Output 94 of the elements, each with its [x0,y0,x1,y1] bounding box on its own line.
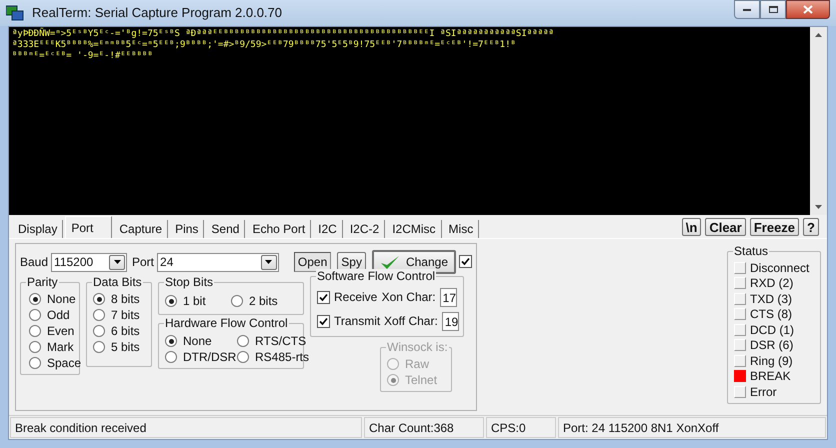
option-label: 2 bits [249,293,278,310]
open-button[interactable]: Open [294,252,332,272]
option-label: 5 bits [111,339,140,356]
close-icon [803,5,813,14]
status-label: DSR (6) [750,337,794,354]
minimize-button[interactable] [734,0,760,19]
status-bar-panel: CPS:0 [486,417,556,438]
flow-label: Receive [334,289,378,306]
flow-label: Transmit [334,313,380,330]
window-title: RealTerm: Serial Capture Program 2.0.0.70 [32,4,284,22]
status-label: Disconnect [750,260,810,277]
tab[interactable]: Port [65,216,112,238]
group-title: Stop Bits [164,275,214,289]
baud-label: Baud [20,254,48,271]
group-title: Winsock is: [386,340,449,354]
toolbar-button[interactable]: Clear [705,218,746,236]
status-label: TXD (3) [750,290,792,308]
checkbox[interactable] [459,255,472,268]
option-label: Telnet [405,372,438,389]
tab[interactable]: I2C-2 [344,220,386,238]
status-label: DCD (1) [750,322,794,339]
dropdown-arrow-icon [265,260,272,264]
char-input[interactable]: 19 [442,312,460,330]
tab[interactable]: Capture [114,220,168,238]
group-title: Hardware Flow Control [164,316,289,330]
port-label: Port [132,254,154,271]
baud-dropdown[interactable]: 115200 [51,252,127,272]
status-label: RXD (2) [750,275,794,292]
status-label: CTS (8) [750,306,792,324]
checkbox[interactable] [317,314,330,328]
radio-button[interactable] [231,295,243,307]
radio-button[interactable] [29,325,41,337]
option-label: Even [47,323,74,340]
terminal-line: ªyÞÐÐÑW=ᵐ>5ᴱˢᴮY5ᴱᶜ-='ᴮg!=75ᴱˢᴮS ªÐªªªᴱᴱᴮᴮᴮᴮᴮᴮᴮᴮᴮᴮᴮᴮᴮᴮᴮᴮᴮᴮᴮᴮᴮᴮᴮᴮᴮᴮᴮᴮᴮᴮᴮᴮᴮᴮᴮᴮᴱᴱI ªSIªªªªªªªªªªªSIªªªªª [12,29,555,40]
char-label: Xoff Char: [384,313,438,330]
radio-button[interactable] [29,309,41,321]
up-arrow-icon [815,33,822,37]
radio-button[interactable] [93,325,105,337]
option-label: 6 bits [111,323,140,340]
maximize-button[interactable] [760,0,786,19]
option-label: 8 bits [111,291,140,308]
option-label: DTR/DSR [183,349,236,366]
radio-button[interactable] [29,357,41,369]
status-label: BREAK [750,368,791,386]
close-button[interactable] [786,0,830,19]
option-label: None [47,291,76,308]
radio-button[interactable] [165,295,177,307]
status-bar-panel: Char Count:368 [364,417,484,438]
port-dropdown[interactable]: 24 [157,252,279,272]
option-label: Mark [47,339,74,356]
option-label: RTS/CTS [255,333,306,350]
radio-button[interactable] [237,351,249,363]
toolbar-button[interactable]: ? [803,218,819,236]
radio-button[interactable] [165,335,177,347]
radio-button[interactable] [93,309,105,321]
status-label: Ring (9) [750,352,793,370]
radio-button[interactable] [237,335,249,347]
tab[interactable]: Send [206,220,246,238]
tab[interactable]: I2CMisc [387,220,442,238]
terminal-line: ᴮᴮᴮᵐᴱ=ᴱᶜᴱᴮ= '-9=ᴱ-!#ᴱᴱᴮᴮᴮᴮ [12,51,154,62]
radio-button[interactable] [93,341,105,353]
group-title: Software Flow Control [316,269,436,283]
option-label: Odd [47,307,70,324]
option-label: Raw [405,356,430,373]
status-bar-panel: Break condition received [10,417,362,438]
group-title: Data Bits [92,275,143,289]
radio-button[interactable] [29,293,41,305]
radio-button[interactable] [29,341,41,353]
option-label: 7 bits [111,307,140,324]
option-label: RS485-rts [255,349,310,366]
char-label: Xon Char: [382,289,436,306]
tab[interactable]: Display [13,220,64,238]
group-title: Status [733,244,770,258]
radio-button[interactable] [93,293,105,305]
down-arrow-icon [815,205,822,209]
toolbar-button[interactable]: Freeze [750,218,800,236]
tab[interactable]: I2C [313,220,343,238]
option-label: Space [47,355,82,372]
tab[interactable]: Echo Port [247,220,312,238]
checkbox[interactable] [317,290,330,304]
tab[interactable]: Misc [444,220,480,238]
status-bar-panel: Port: 24 115200 8N1 XonXoff [558,417,826,438]
app-icon [6,5,24,21]
tab[interactable]: Pins [170,220,204,238]
dropdown-arrow-icon [114,260,120,264]
group-title: Parity [26,275,59,289]
status-label: Error [750,384,777,401]
option-label: None [183,333,212,350]
option-label: 1 bit [183,293,206,310]
terminal-line: ª333EᴱᴱᴱK5ᴮᴮᴮᴮ%=ᴱᵐᵐᴮᴮ5ᴱᶜ=ᵐ5ᴱᴱᴮ;9ᴮᴮᴮᴮ;'=#>ᴮ9/59>ᴱᴱᴮ79ᴮᴮᴮᴮ75'5ᴱ5ᴮ9!75ᴱᴱᴮ'7ᴮᴮᴮᴮᵐᴱ=ᴱᶜᴱᴮ'!=7ᴱᴱᴮ1!ᴮ [12,40,517,51]
scrollbar[interactable] [810,27,827,215]
radio-button[interactable] [165,351,177,363]
toolbar-button[interactable]: \n [682,218,702,236]
char-input[interactable]: 17 [440,288,457,306]
